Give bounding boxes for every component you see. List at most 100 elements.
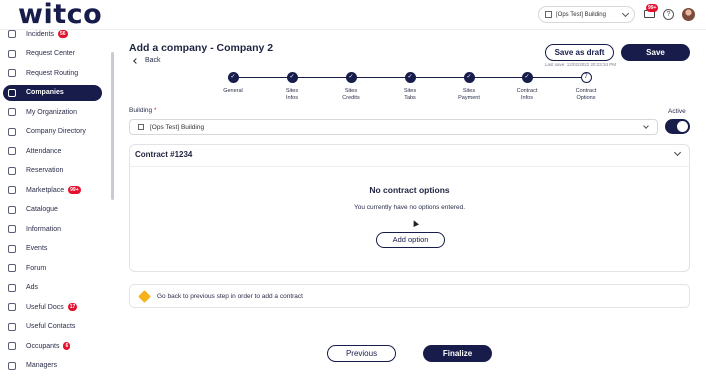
step-number[interactable]: 7 (580, 72, 592, 83)
building-selector-value: [Ops Test] Building (556, 11, 606, 18)
sidebar-item-incidents[interactable]: Incidents 56 (3, 26, 102, 42)
sidebar-item-catalogue[interactable]: Catalogue (3, 202, 102, 218)
sidebar-item-label: Reservation (26, 167, 64, 174)
save-as-draft-button[interactable]: Save as draft (545, 44, 614, 61)
sidebar-item-label: My Organization (26, 108, 77, 116)
document-icon (8, 303, 16, 311)
people-icon (8, 342, 16, 350)
sidebar-item-label: Events (26, 245, 48, 252)
step-check-icon[interactable]: ✓ (521, 72, 533, 83)
organization-icon (8, 108, 16, 116)
sidebar-item-label: Request Center (26, 50, 76, 57)
chevron-left-icon (133, 57, 139, 64)
tag-icon (8, 283, 16, 292)
building-select-value: [Ops Test] Building (150, 123, 205, 131)
back-link[interactable]: Back (133, 57, 161, 64)
active-toggle[interactable] (665, 119, 690, 134)
step-check-icon[interactable]: ✓ (227, 72, 239, 83)
sidebar-item-request-routing[interactable]: Request Routing (3, 65, 102, 81)
sidebar-item-label: Useful Contacts (26, 323, 76, 330)
help-icon[interactable]: ? (663, 9, 674, 20)
sidebar-item-my-organization[interactable]: My Organization (3, 104, 102, 120)
sidebar-scrollbar[interactable] (111, 52, 114, 200)
chevron-down-icon (643, 123, 649, 129)
sidebar-item-companies[interactable]: Companies (3, 84, 102, 101)
sidebar-item-ads[interactable]: Ads (3, 280, 102, 296)
building-select[interactable]: [Ops Test] Building (129, 119, 658, 135)
sidebar-item-label: Forum (26, 264, 47, 272)
step-label-line2: Infos (521, 94, 533, 101)
count-badge: 99+ (68, 186, 81, 194)
step-connector (527, 77, 586, 78)
book-icon (8, 205, 16, 214)
empty-state-title: No contract options (369, 185, 450, 195)
empty-state-text: You currently have no options entered. (353, 204, 466, 211)
routing-icon (8, 69, 16, 77)
previous-button[interactable]: Previous (327, 345, 396, 362)
step-connector (292, 77, 351, 78)
building-icon (545, 11, 552, 18)
sidebar-item-label: Company Directory (26, 128, 86, 135)
sidebar-item-label: Marketplace (26, 186, 65, 194)
step-check-icon[interactable]: ✓ (404, 72, 416, 83)
building-selector[interactable]: [Ops Test] Building (538, 6, 635, 23)
step-label: Sites Infos (272, 88, 312, 101)
add-option-button[interactable]: Add option (376, 232, 445, 248)
sidebar-item-useful-docs[interactable]: Useful Docs 17 (3, 299, 102, 315)
avatar[interactable] (682, 8, 695, 21)
step-connector (410, 77, 469, 78)
step-check-icon[interactable]: ✓ (345, 72, 357, 83)
last-save-timestamp: Last save: 12/02/2022 20:23:34 PM (545, 62, 617, 67)
sidebar-item-label: Request Routing (26, 69, 79, 77)
step-connector (233, 77, 292, 78)
chat-icon (8, 264, 16, 272)
building-field-label: Building * (129, 107, 156, 114)
chevron-down-icon[interactable] (673, 148, 682, 157)
page-title: Add a company - Company 2 (129, 42, 274, 54)
sidebar-item-occupants[interactable]: Occupants 6 (3, 338, 102, 354)
sidebar-item-request-center[interactable]: Request Center (3, 46, 102, 62)
inbox-icon (8, 49, 16, 58)
sidebar-item-forum[interactable]: Forum (3, 260, 102, 276)
sidebar-item-label: Incidents (26, 30, 55, 38)
mail-badge: 99+ (646, 4, 659, 12)
chevron-down-icon (621, 9, 630, 18)
contacts-icon (8, 322, 16, 331)
toggle-knob (677, 121, 688, 132)
step-label: Sites Credits (331, 88, 371, 101)
info-banner: Go back to previous step in order to add… (129, 284, 690, 308)
step-label: General (213, 88, 253, 95)
sidebar-item-managers[interactable]: Managers (3, 358, 102, 374)
sidebar-item-marketplace[interactable]: Marketplace 99+ (3, 182, 102, 198)
sidebar-item-company-directory[interactable]: Company Directory (3, 124, 102, 140)
step-label-line2: Credits (342, 94, 360, 101)
sidebar-item-attendance[interactable]: Attendance (3, 143, 102, 159)
info-message: Go back to previous step in order to add… (157, 292, 303, 300)
sidebar-item-information[interactable]: Information (3, 221, 102, 237)
step-label: Contract Options (566, 88, 606, 101)
required-mark: * (153, 107, 157, 114)
sidebar-item-label: Ads (26, 284, 39, 291)
sidebar: Incidents 56 Request Center Request Routing… (0, 22, 118, 380)
sidebar-item-reservation[interactable]: Reservation (3, 163, 102, 179)
save-button[interactable]: Save (621, 44, 690, 61)
sidebar-item-useful-contacts[interactable]: Useful Contacts (3, 319, 102, 335)
step-check-icon[interactable]: ✓ (286, 72, 298, 83)
contract-card: Contract #1234 No contract options You c… (129, 144, 690, 272)
event-icon (8, 244, 16, 253)
store-icon (8, 186, 16, 194)
warning-icon (138, 290, 151, 303)
sidebar-item-label: Information (26, 225, 62, 233)
finalize-button[interactable]: Finalize (423, 345, 492, 362)
step-label-line2: Payment (458, 94, 480, 101)
step-check-icon[interactable]: ✓ (463, 72, 475, 83)
count-badge: 6 (63, 342, 71, 350)
sidebar-item-label: Attendance (26, 147, 62, 155)
step-label-line2: Tabs (404, 94, 416, 101)
building-label-text: Building (129, 107, 153, 114)
contract-title: Contract #1234 (135, 150, 193, 159)
directory-icon (8, 127, 16, 136)
count-badge: 17 (67, 303, 78, 311)
sidebar-item-events[interactable]: Events (3, 241, 102, 257)
sidebar-item-label: Occupants (26, 342, 60, 350)
